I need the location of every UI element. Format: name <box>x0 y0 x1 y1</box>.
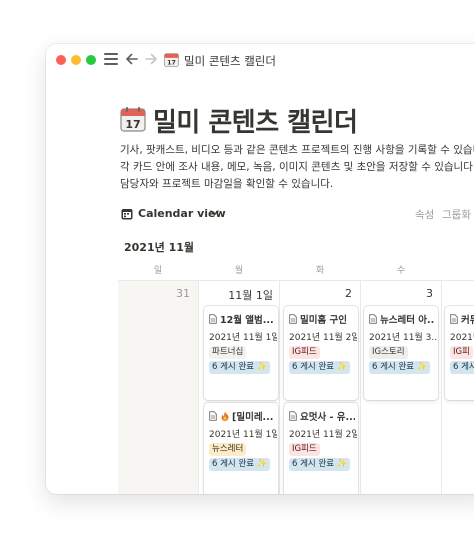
card-title: 밀미홈 구인 <box>289 312 355 326</box>
card-date: 2021년 11월 2일 <box>289 430 357 440</box>
type-tag: 뉴스레터 <box>209 443 247 456</box>
status-tag: 6 게시 완료 ✨ <box>369 361 431 374</box>
calendar-card[interactable]: 요멋사 - 유... 2021년 11월 2일 IG피드 6 게시 완료 ✨ <box>284 403 358 494</box>
day-number: 11월 1일 <box>228 289 273 302</box>
forward-arrow-icon[interactable] <box>143 51 159 67</box>
sidebar-menu-icon[interactable] <box>104 53 118 65</box>
description-line[interactable]: 담당자와 프로젝트 마감일을 확인할 수 있습니다. <box>120 176 474 191</box>
month-label: 2021년 11월 <box>124 241 194 254</box>
weekday-sunday: 일 <box>153 266 163 276</box>
description-line[interactable]: 각 카드 안에 조사 내용, 메모, 녹음, 이미지 콘텐츠 및 초안을 저장할… <box>120 159 474 174</box>
calendar-card[interactable]: 뉴스레터 아... 2021년 11월 3... IG스토리 6 게시 완료 ✨ <box>364 306 438 400</box>
close-window-button[interactable] <box>56 55 66 65</box>
title-bar: 17 밀미 콘텐츠 캘린더 <box>46 44 474 76</box>
status-tag: 6 게시 완료 ✨ <box>289 361 351 374</box>
day-number: 2 <box>345 287 352 300</box>
day-number: 3 <box>426 287 433 300</box>
status-tag: 6 게시 완료 ✨ <box>289 458 351 471</box>
type-tag: IG피드 <box>289 346 320 359</box>
page-title[interactable]: 밀미 콘텐츠 캘린더 <box>153 102 358 139</box>
card-date: 2021년 <box>450 333 474 343</box>
card-title: 요멋사 - 유... <box>289 409 355 423</box>
document-icon <box>369 314 377 324</box>
weekday-monday: 월 <box>234 266 244 276</box>
calendar-icon[interactable]: 17 <box>120 106 146 132</box>
card-title: 커뮤 <box>450 312 474 326</box>
properties-button[interactable]: 속성 <box>415 207 434 222</box>
tab-title[interactable]: 밀미 콘텐츠 캘린더 <box>184 53 276 69</box>
card-date: 2021년 11월 3... <box>369 333 437 343</box>
card-title: [밀미레... <box>209 409 275 423</box>
status-tag: 6 게시 완료 ✨ <box>209 458 271 471</box>
type-tag: IG스토리 <box>369 346 408 359</box>
card-date: 2021년 11월 2일 <box>289 333 357 343</box>
zoom-window-button[interactable] <box>86 55 96 65</box>
document-icon <box>209 314 217 324</box>
type-tag: IG피드 <box>289 443 320 456</box>
weekday-wednesday: 수 <box>396 266 406 276</box>
card-date: 2021년 11월 1일 <box>209 333 277 343</box>
day-number: 31 <box>176 287 190 300</box>
chevron-down-icon[interactable] <box>210 210 219 216</box>
document-icon <box>289 411 297 421</box>
fire-icon <box>221 411 229 421</box>
calendar-card[interactable]: [밀미레... 2021년 11월 1일 뉴스레터 6 게시 완료 ✨ <box>204 403 278 494</box>
description-line[interactable]: 기사, 팟캐스트, 비디오 등과 같은 콘텐츠 프로젝트의 진행 사항을 기록할… <box>120 142 474 157</box>
calendar-icon: 17 <box>164 53 179 67</box>
type-tag: IG피 <box>450 346 473 359</box>
card-title: 12월 앨범... <box>209 312 275 326</box>
calendar-card[interactable]: 밀미홈 구인 2021년 11월 2일 IG피드 6 게시 완료 ✨ <box>284 306 358 400</box>
calendar-card[interactable]: 커뮤 2021년 IG피 6 게시 <box>445 306 474 400</box>
document-icon <box>209 411 217 421</box>
day-cell[interactable]: 31 <box>118 281 199 494</box>
group-button[interactable]: 그룹화 <box>442 207 471 222</box>
card-title: 뉴스레터 아... <box>369 312 435 326</box>
app-window: 17 밀미 콘텐츠 캘린더 17 밀미 콘텐츠 캘린더 기사, 팟캐스트, 비디… <box>46 44 474 494</box>
status-tag: 6 게시 완료 ✨ <box>209 361 271 374</box>
svg-text:17: 17 <box>125 118 140 131</box>
card-date: 2021년 11월 1일 <box>209 430 277 440</box>
type-tag: 파트너십 <box>209 346 247 359</box>
status-tag: 6 게시 <box>450 361 474 374</box>
minimize-window-button[interactable] <box>71 55 81 65</box>
calendar-view-icon[interactable] <box>121 208 133 220</box>
weekday-tuesday: 화 <box>315 266 325 276</box>
calendar-card[interactable]: 12월 앨범... 2021년 11월 1일 파트너십 6 게시 완료 ✨ <box>204 306 278 400</box>
back-arrow-icon[interactable] <box>124 51 140 67</box>
document-icon <box>450 314 458 324</box>
svg-text:17: 17 <box>167 60 176 67</box>
document-icon <box>289 314 297 324</box>
